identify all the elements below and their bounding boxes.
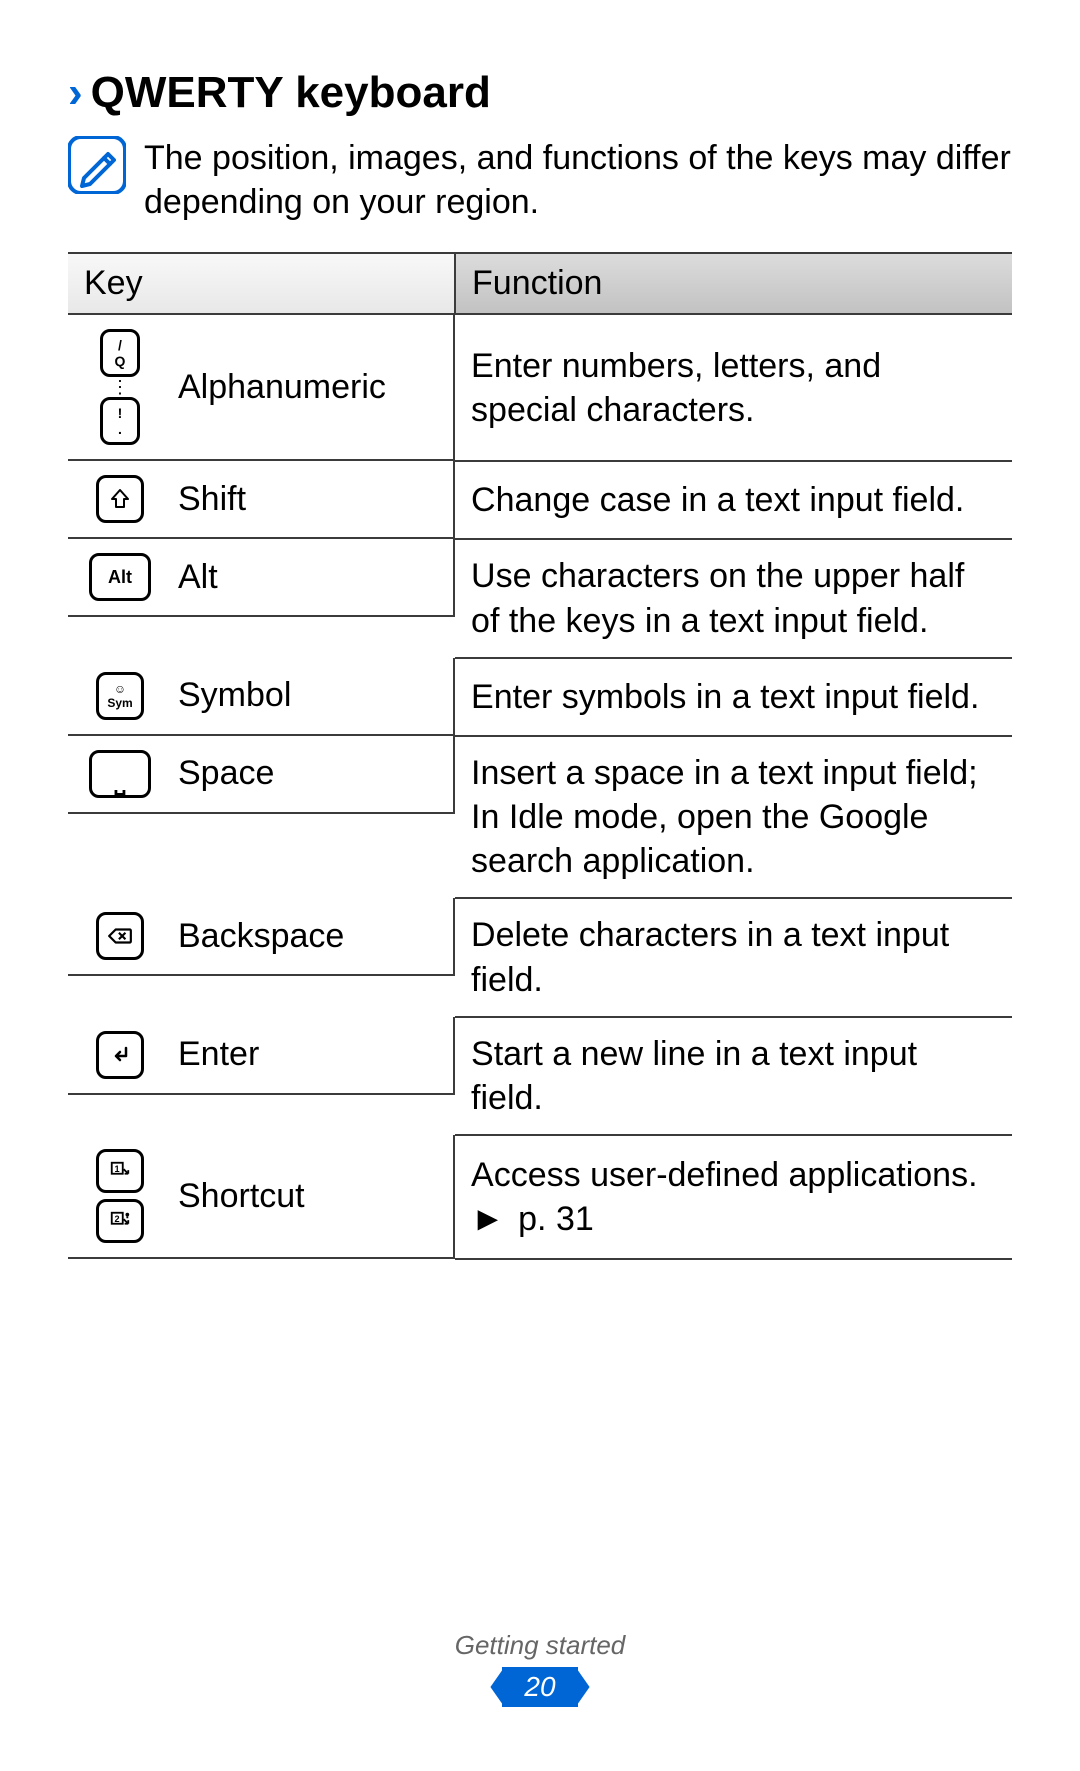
table-row: 1 2: [68, 1135, 1012, 1259]
key-function: Enter numbers, letters, and special char…: [455, 314, 1012, 461]
table-row: Alt Alt Use characters on the upper half…: [68, 539, 1012, 657]
shift-key-icon: [84, 475, 156, 523]
heading-title: QWERTY keyboard: [91, 68, 491, 118]
footer-section: Getting started: [0, 1630, 1080, 1661]
key-function: Insert a space in a text input field; In…: [455, 736, 1012, 899]
backspace-key-icon: [84, 912, 156, 960]
key-function: Start a new line in a text input field.: [455, 1017, 1012, 1135]
section-heading: › QWERTY keyboard: [68, 68, 1012, 118]
heading-bullet: ›: [68, 68, 83, 118]
space-key-icon: ⎵: [84, 750, 156, 798]
key-function: Change case in a text input field.: [455, 461, 1012, 539]
note-text: The position, images, and functions of t…: [144, 136, 1012, 224]
svg-text:2: 2: [115, 1214, 120, 1224]
key-function: Access user-defined applications. ► p. 3…: [455, 1135, 1012, 1259]
key-name: Alt: [178, 558, 218, 597]
key-name: Symbol: [178, 676, 291, 715]
table-row: ⎵ Space Insert a space in a text input f…: [68, 736, 1012, 899]
key-name: Backspace: [178, 917, 344, 956]
cross-ref: p. 31: [518, 1200, 594, 1238]
table-row: Enter Start a new line in a text input f…: [68, 1017, 1012, 1135]
table-row: Shift Change case in a text input field.: [68, 461, 1012, 539]
alt-key-icon: Alt: [84, 553, 156, 601]
page-footer: Getting started 20: [0, 1630, 1080, 1707]
key-name: Shortcut: [178, 1177, 305, 1216]
key-name: Alphanumeric: [178, 368, 386, 407]
key-function: Use characters on the upper half of the …: [455, 539, 1012, 657]
page-number: 20: [502, 1667, 577, 1707]
note-block: The position, images, and functions of t…: [68, 136, 1012, 224]
note-icon: [68, 136, 126, 194]
key-name: Enter: [178, 1035, 259, 1074]
symbol-key-icon: ☺ Sym: [84, 672, 156, 720]
th-function: Function: [455, 253, 1012, 314]
alphanumeric-key-icon: / Q ⋮ ! .: [84, 329, 156, 445]
keys-table: Key Function / Q: [68, 252, 1012, 1260]
key-name: Shift: [178, 480, 246, 519]
key-function: Enter symbols in a text input field.: [455, 658, 1012, 736]
key-function: Delete characters in a text input field.: [455, 898, 1012, 1016]
key-name: Space: [178, 754, 274, 793]
shortcut-key-icon: 1 2: [84, 1149, 156, 1243]
cross-ref-arrow-icon: ►: [471, 1200, 505, 1238]
svg-text:1: 1: [115, 1164, 120, 1174]
table-row: ☺ Sym Symbol Enter symbols in a text inp…: [68, 658, 1012, 736]
table-row: Backspace Delete characters in a text in…: [68, 898, 1012, 1016]
table-row: / Q ⋮ ! . A: [68, 314, 1012, 461]
th-key: Key: [68, 253, 455, 314]
enter-key-icon: [84, 1031, 156, 1079]
